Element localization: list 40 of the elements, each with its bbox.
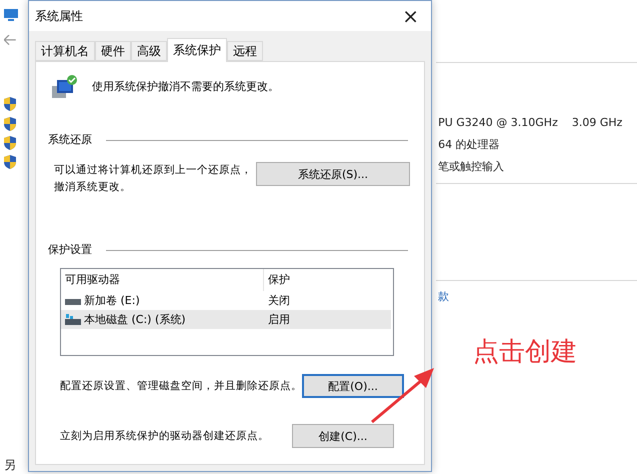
system-protection-icon: [52, 74, 78, 100]
tab[interactable]: 高级: [131, 41, 167, 61]
back-arrow-icon[interactable]: [4, 34, 16, 45]
tab[interactable]: 计算机名: [35, 41, 95, 61]
drive-icon: [65, 296, 81, 304]
annotation-text: 点击创建: [473, 336, 577, 369]
system-restore-button[interactable]: 系统还原(S)...: [256, 162, 410, 186]
drive-row[interactable]: 本地磁盘 (C:) (系统) 启用: [61, 310, 391, 329]
column-header[interactable]: 可用驱动器: [61, 269, 264, 291]
tab[interactable]: 远程: [227, 41, 263, 61]
shield-icon: [4, 136, 16, 150]
footer-text: 另: [4, 457, 17, 474]
protection-status: 关闭: [267, 292, 291, 308]
shield-icon: [4, 116, 16, 131]
action-description: 配置还原设置、管理磁盘空间，并且删除还原点。: [60, 379, 302, 394]
spec-text: 笔或触控输入: [438, 158, 504, 174]
system-drive-icon: [65, 314, 81, 325]
section-heading: 系统还原: [48, 132, 92, 148]
action-button[interactable]: 创建(C)...: [292, 424, 394, 448]
protection-status: 启用: [267, 312, 291, 328]
intro-text: 使用系统保护撤消不需要的系统更改。: [92, 79, 279, 95]
close-button[interactable]: ×: [398, 6, 423, 26]
section-heading: 保护设置: [48, 242, 92, 258]
shield-icon: [4, 97, 16, 112]
dialog-title: 系统属性: [35, 8, 83, 24]
spec-text: 64 的处理器: [438, 136, 500, 152]
computer-icon: [4, 8, 18, 21]
drive-name: 本地磁盘 (C:) (系统): [84, 312, 186, 328]
spec-text: PU G3240 @ 3.10GHz: [438, 116, 558, 128]
link[interactable]: 款: [438, 288, 450, 304]
drive-name: 新加卷 (E:): [84, 292, 140, 308]
drive-row[interactable]: 新加卷 (E:) 关闭: [61, 291, 391, 310]
action-description: 立刻为启用系统保护的驱动器创建还原点。: [60, 429, 269, 444]
column-header[interactable]: 保护: [264, 269, 393, 291]
restore-description: 可以通过将计算机还原到上一个还原点，撤消系统更改。: [54, 163, 253, 195]
action-button[interactable]: 配置(O)...: [302, 374, 404, 398]
shield-icon: [4, 155, 16, 170]
spec-text: 3.09 GHz: [572, 116, 622, 128]
tab[interactable]: 硬件: [95, 41, 131, 61]
tab[interactable]: 系统保护: [167, 38, 227, 62]
